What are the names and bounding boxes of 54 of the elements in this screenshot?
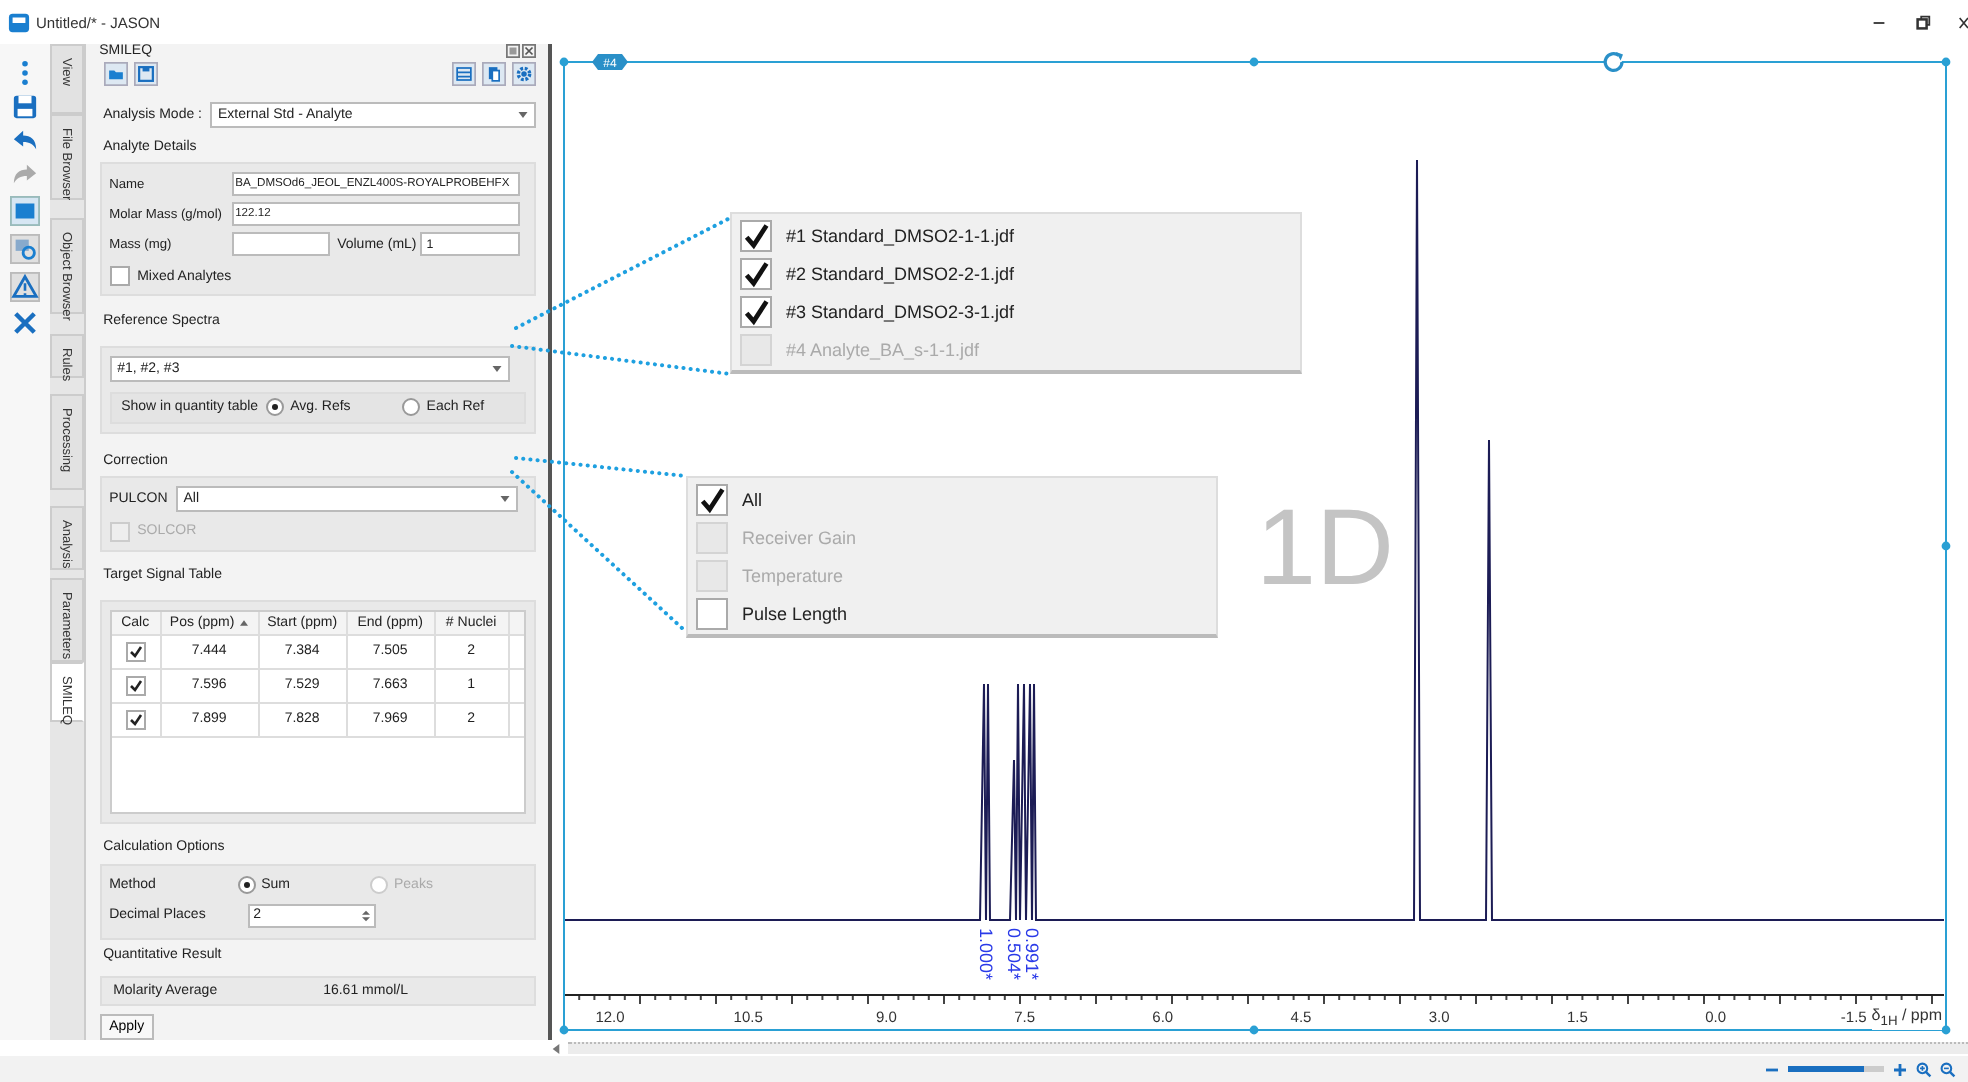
integral-label: 1.000* (976, 928, 996, 981)
checkbox-label: Temperature (742, 565, 844, 585)
caret-icon (518, 112, 528, 118)
zoom-slider[interactable] (1788, 1066, 1884, 1072)
radio-button[interactable] (237, 875, 256, 894)
checkbox-label: Pulse Length (742, 603, 848, 623)
rotate-icon[interactable] (1603, 52, 1624, 73)
undo-icon[interactable] (11, 128, 38, 154)
save-icon[interactable] (11, 94, 38, 120)
checkbox-label: #4 Analyte_BA_s-1-1.jdf (786, 339, 980, 359)
checkbox[interactable] (125, 641, 146, 662)
zoom-in-icon[interactable] (1892, 1061, 1908, 1077)
close-icon[interactable] (1958, 13, 1968, 31)
table-icon[interactable] (452, 62, 476, 86)
input-field[interactable] (231, 232, 330, 256)
checkbox-label: All (742, 489, 763, 509)
checkbox[interactable] (109, 266, 130, 286)
checkbox-label: #1 Standard_DMSO2-1-1.jdf (786, 225, 1015, 245)
checkbox[interactable] (125, 675, 146, 696)
zoom-region-icon[interactable] (9, 234, 40, 264)
checkbox[interactable] (696, 597, 728, 629)
app-icon (8, 11, 30, 33)
open-folder-icon[interactable] (103, 62, 128, 86)
save-icon[interactable] (133, 62, 158, 86)
sort-icon (240, 619, 249, 626)
scroll-left-icon[interactable] (552, 1043, 560, 1053)
checkbox-label: #2 Standard_DMSO2-2-1.jdf (786, 263, 1015, 283)
warning-icon[interactable] (9, 272, 40, 302)
radio-button[interactable] (402, 398, 421, 417)
integral-label: 0.991* (1022, 928, 1042, 981)
checkbox[interactable] (740, 219, 772, 251)
checkbox[interactable] (740, 257, 772, 289)
watermark-label: 1D (1256, 488, 1395, 608)
restore-icon[interactable] (1914, 13, 1932, 31)
view-icon[interactable] (9, 196, 40, 226)
checkbox-label: #3 Standard_DMSO2-3-1.jdf (786, 301, 1015, 321)
dock-icon[interactable] (506, 44, 520, 58)
integral-label: 0.504* (1004, 928, 1024, 981)
radio-button[interactable] (266, 398, 285, 417)
caret-icon (491, 365, 502, 372)
horizontal-scrollbar[interactable] (568, 1042, 1968, 1054)
axis-title: δ$_{1H}$ / ppm (1871, 1006, 1942, 1030)
settings-icon[interactable] (512, 62, 536, 86)
spin-arrows-icon[interactable] (361, 907, 370, 924)
magnify-plus-icon[interactable] (1916, 1061, 1932, 1077)
caret-icon (499, 495, 510, 502)
magnify-minus-icon[interactable] (1940, 1061, 1956, 1077)
checkbox-label: Receiver Gain (742, 527, 857, 547)
checkbox[interactable] (740, 295, 772, 327)
close-icon[interactable] (522, 44, 536, 58)
checkbox[interactable] (125, 709, 146, 730)
copy-icon[interactable] (482, 62, 506, 86)
checkbox[interactable] (696, 483, 728, 515)
tools-icon[interactable] (11, 310, 38, 336)
